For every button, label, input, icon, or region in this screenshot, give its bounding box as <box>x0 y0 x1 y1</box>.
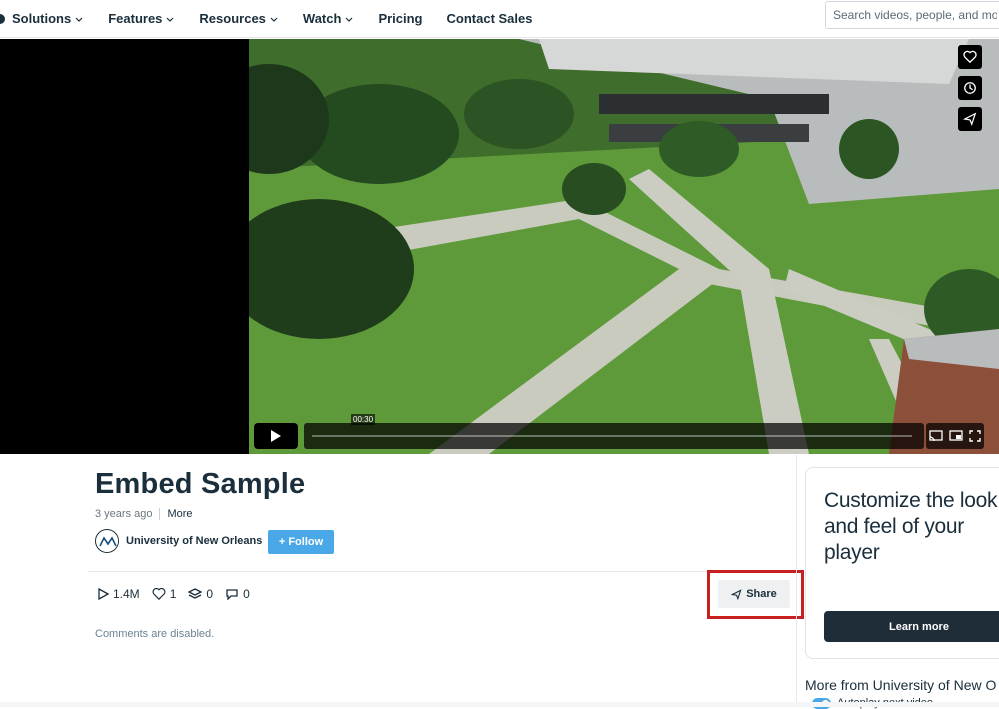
promo-card: Customize the look and feel of your play… <box>805 467 999 659</box>
play-button[interactable] <box>254 423 298 449</box>
share-button[interactable]: Share <box>718 580 790 608</box>
follow-button[interactable]: + Follow <box>268 530 334 554</box>
more-from-heading: More from University of New O <box>805 677 997 693</box>
nav-watch[interactable]: Watch <box>303 11 355 26</box>
learn-more-button[interactable]: Learn more <box>824 611 999 642</box>
video-player[interactable]: 00:30 <box>0 39 999 454</box>
play-icon <box>271 430 281 442</box>
nav-features[interactable]: Features <box>108 11 175 26</box>
uno-logo-icon <box>97 531 118 552</box>
posted-date: 3 years ago <box>95 508 153 520</box>
avatar[interactable] <box>95 529 119 553</box>
send-icon <box>963 112 977 126</box>
meta-divider <box>159 508 161 520</box>
nav-watch-label: Watch <box>302 11 342 26</box>
cast-icon[interactable] <box>929 430 943 442</box>
heart-icon <box>963 50 977 64</box>
nav-contact-sales[interactable]: Contact Sales <box>447 11 533 26</box>
collections-count: 0 <box>206 587 214 601</box>
progress-bar[interactable]: 00:30 <box>304 414 924 449</box>
play-outline-icon <box>98 588 109 600</box>
progress-track <box>312 435 912 437</box>
comments-disabled-text: Comments are disabled. <box>95 628 215 640</box>
player-controls: 00:30 <box>254 414 984 449</box>
rail-divider <box>796 455 797 707</box>
nav-solutions-label: Solutions <box>12 11 72 26</box>
owner-name[interactable]: University of New Orleans <box>126 535 262 547</box>
layers-icon <box>188 588 203 599</box>
nav-features-label: Features <box>108 11 163 26</box>
promo-text: Customize the look and feel of your play… <box>824 489 998 564</box>
nav-pricing[interactable]: Pricing <box>378 11 422 26</box>
pip-icon[interactable] <box>949 430 963 442</box>
owner-row: University of New Orleans <box>95 529 262 553</box>
plays-count: 1.4M <box>113 587 140 601</box>
player-right-controls <box>926 423 984 449</box>
fullscreen-icon[interactable] <box>969 430 981 442</box>
more-link[interactable]: More <box>167 508 192 520</box>
share-label: Share <box>746 588 777 600</box>
likes-stat[interactable]: 1 <box>152 587 177 601</box>
clock-icon <box>964 82 976 94</box>
comments-count: 0 <box>243 587 250 601</box>
nav-resources-label: Resources <box>199 11 266 26</box>
comment-icon <box>226 589 238 600</box>
search-input[interactable] <box>825 1 999 29</box>
heart-icon <box>152 588 166 600</box>
chevron-down-icon <box>75 17 83 22</box>
video-frame[interactable] <box>249 39 999 454</box>
collections-stat[interactable]: 0 <box>188 587 213 601</box>
like-button[interactable] <box>958 45 982 69</box>
campus-aerial-image <box>249 39 999 454</box>
nav-solutions[interactable]: Solutions <box>12 11 84 26</box>
chevron-down-icon <box>346 17 353 22</box>
nav-contact-sales-label: Contact Sales <box>446 11 533 26</box>
nav-resources[interactable]: Resources <box>199 11 278 26</box>
section-divider <box>88 571 794 572</box>
current-time: 00:30 <box>351 414 376 425</box>
plays-stat: 1.4M <box>97 587 140 601</box>
top-navigation: Solutions Features Resources Watch Prici… <box>0 0 999 38</box>
share-video-button[interactable] <box>958 107 982 131</box>
chevron-down-icon <box>270 17 278 22</box>
logo-icon[interactable] <box>0 13 6 25</box>
chevron-down-icon <box>166 17 174 22</box>
watch-later-button[interactable] <box>958 76 982 100</box>
likes-count: 1 <box>169 587 177 601</box>
video-title: Embed Sample <box>95 468 306 500</box>
bottom-edge <box>0 702 999 707</box>
nav-pricing-label: Pricing <box>378 11 423 26</box>
video-stats: 1.4M 1 0 0 <box>97 587 262 601</box>
comments-stat[interactable]: 0 <box>225 587 250 601</box>
video-meta: 3 years ago More <box>95 508 193 520</box>
send-icon <box>731 588 742 600</box>
